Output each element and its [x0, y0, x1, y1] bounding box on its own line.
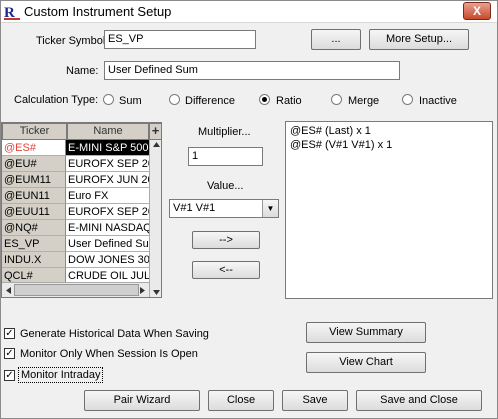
multiplier-label: Multiplier...	[198, 126, 251, 138]
window-close-button[interactable]: X	[463, 2, 491, 20]
multiplier-input[interactable]: 1	[188, 147, 263, 166]
radio-inactive-label: Inactive	[419, 95, 457, 107]
save-and-close-button[interactable]: Save and Close	[356, 390, 482, 411]
chevron-down-icon[interactable]: ▼	[262, 200, 278, 217]
radio-sum-label: Sum	[119, 95, 142, 107]
close-button[interactable]: Close	[208, 390, 274, 411]
scroll-thumb[interactable]	[14, 284, 139, 296]
view-chart-button[interactable]: View Chart	[306, 352, 426, 373]
add-column-icon[interactable]: +	[149, 123, 161, 140]
table-row[interactable]: @EUM11 EUROFX JUN 20	[2, 172, 149, 188]
remove-arrow-button[interactable]: <--	[192, 261, 260, 279]
name-label: Name:	[66, 65, 99, 77]
name-input[interactable]: User Defined Sum	[104, 61, 400, 80]
column-header-ticker[interactable]: Ticker	[2, 123, 67, 140]
scroll-left-icon[interactable]	[6, 287, 11, 294]
name-cell: User Defined Su	[66, 236, 149, 252]
ticker-symbol-input[interactable]: ES_VP	[104, 30, 256, 49]
radio-sum[interactable]	[103, 94, 114, 105]
browse-button[interactable]: ...	[311, 29, 361, 50]
monitor-intraday-checkbox[interactable]: ✓	[4, 370, 15, 381]
name-cell: E-MINI S&P 500	[66, 140, 149, 156]
add-arrow-button[interactable]: -->	[192, 231, 260, 249]
ticker-cell: @ES#	[2, 140, 66, 156]
view-summary-button[interactable]: View Summary	[306, 322, 426, 343]
scroll-down-icon[interactable]	[153, 290, 160, 295]
svg-text:R: R	[4, 5, 15, 20]
table-row[interactable]: @EUU11 EUROFX SEP 20	[2, 204, 149, 220]
save-button[interactable]: Save	[282, 390, 348, 411]
scroll-right-icon[interactable]	[140, 287, 145, 294]
formula-textarea[interactable]: @ES# (Last) x 1 @ES# (V#1 V#1) x 1	[285, 121, 493, 299]
radio-ratio[interactable]	[259, 94, 270, 105]
generate-historical-label: Generate Historical Data When Saving	[20, 328, 209, 340]
table-row[interactable]: @NQ# E-MINI NASDAQ	[2, 220, 149, 236]
value-select[interactable]: V#1 V#1 ▼	[169, 199, 279, 218]
more-setup-button[interactable]: More Setup...	[369, 29, 469, 50]
monitor-session-checkbox[interactable]: ✓	[4, 348, 15, 359]
value-select-text: V#1 V#1	[173, 202, 216, 214]
name-cell: Euro FX	[66, 188, 149, 204]
table-row[interactable]: @EUN11 Euro FX	[2, 188, 149, 204]
grid-horizontal-scrollbar[interactable]	[2, 282, 149, 297]
title-bar: R Custom Instrument Setup X	[1, 1, 497, 23]
monitor-intraday-label: Monitor Intraday	[18, 367, 104, 383]
generate-historical-checkbox[interactable]: ✓	[4, 328, 15, 339]
name-cell: DOW JONES 30	[66, 252, 149, 268]
ticker-cell: ES_VP	[2, 236, 66, 252]
ticker-cell: INDU.X	[2, 252, 66, 268]
table-row[interactable]: @EU# EUROFX SEP 20	[2, 156, 149, 172]
ticker-cell: @EUU11	[2, 204, 66, 220]
ticker-cell: @NQ#	[2, 220, 66, 236]
radio-merge[interactable]	[331, 94, 342, 105]
ticker-symbol-label: Ticker Symbol:	[36, 35, 109, 47]
name-cell: EUROFX SEP 20	[66, 204, 149, 220]
value-label: Value...	[207, 180, 244, 192]
name-cell: EUROFX SEP 20	[66, 156, 149, 172]
radio-difference-label: Difference	[185, 95, 235, 107]
monitor-session-label: Monitor Only When Session Is Open	[20, 348, 198, 360]
app-logo-icon: R	[4, 5, 20, 20]
grid-vertical-scrollbar[interactable]	[149, 140, 161, 297]
name-cell: E-MINI NASDAQ	[66, 220, 149, 236]
radio-merge-label: Merge	[348, 95, 380, 107]
calculation-type-label: Calculation Type:	[14, 94, 99, 106]
window-title: Custom Instrument Setup	[24, 4, 172, 19]
table-row[interactable]: ES_VP User Defined Su	[2, 236, 149, 252]
ticker-cell: @EUM11	[2, 172, 66, 188]
instrument-grid: Ticker Name + @ES# E-MINI S&P 500 @EU# E…	[1, 122, 162, 298]
custom-instrument-setup-window: R Custom Instrument Setup X Ticker Symbo…	[0, 0, 498, 419]
formula-line: @ES# (V#1 V#1) x 1	[290, 139, 393, 151]
radio-ratio-label: Ratio	[276, 95, 302, 107]
ticker-cell: @EU#	[2, 156, 66, 172]
table-row[interactable]: @ES# E-MINI S&P 500	[2, 140, 149, 156]
scroll-up-icon[interactable]	[153, 142, 160, 147]
formula-line: @ES# (Last) x 1	[290, 125, 371, 137]
column-header-name[interactable]: Name	[67, 123, 149, 140]
ticker-cell: @EUN11	[2, 188, 66, 204]
radio-difference[interactable]	[169, 94, 180, 105]
name-cell: EUROFX JUN 20	[66, 172, 149, 188]
radio-inactive[interactable]	[402, 94, 413, 105]
table-row[interactable]: INDU.X DOW JONES 30	[2, 252, 149, 268]
pair-wizard-button[interactable]: Pair Wizard	[84, 390, 200, 411]
